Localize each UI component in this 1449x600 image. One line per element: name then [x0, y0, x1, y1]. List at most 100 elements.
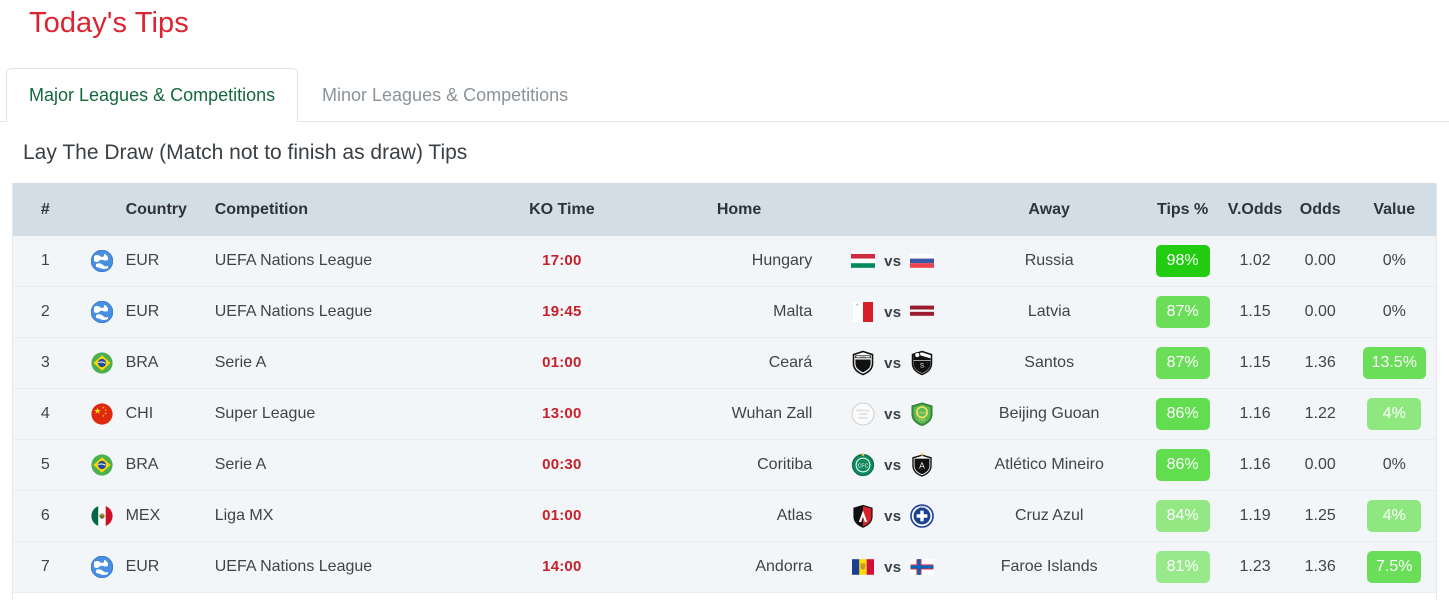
cell-home-team[interactable]: Ceará — [647, 337, 831, 389]
cell-away-team[interactable]: Latvia — [955, 286, 1143, 338]
cell-match-crests: OFFICIAL LOGO SOON vs GUOAN 1992 — [830, 388, 956, 440]
cell-competition[interactable]: UEFA Nations League — [202, 541, 476, 593]
cell-home-team[interactable]: Atlas — [647, 490, 831, 542]
tab-major-leagues[interactable]: Major Leagues & Competitions — [6, 68, 299, 122]
col-header-num[interactable]: # — [13, 183, 78, 236]
col-header-home[interactable]: Home — [647, 183, 831, 236]
cell-home-team[interactable]: Coritiba — [647, 439, 831, 491]
tips-percent-badge: 87% — [1155, 347, 1210, 379]
cell-tips-percent: 87% — [1143, 286, 1223, 338]
cell-row-number: 4 — [13, 388, 78, 440]
table-row[interactable]: 7 EUR UEFA Nations League 14:00 Andorra vs Far… — [13, 541, 1436, 593]
tab-minor-leagues-label: Minor Leagues & Competitions — [322, 84, 569, 105]
tips-percent-badge: 87% — [1155, 296, 1210, 328]
ko-time-value: 13:00 — [542, 405, 582, 422]
col-header-tips-pct[interactable]: Tips % — [1143, 183, 1223, 236]
ko-time-value: 01:00 — [542, 354, 582, 371]
col-header-odds[interactable]: Odds — [1287, 183, 1353, 236]
table-row[interactable]: 6 MEX Liga MX 01:00 Atlas vs CRUZ AZUL Cruz Azu… — [13, 490, 1436, 542]
tips-percent-badge: 98% — [1155, 245, 1210, 277]
tips-table: # Country Competition KO Time Home Away … — [13, 183, 1436, 593]
ko-time-value: 00:30 — [542, 456, 582, 473]
cell-competition[interactable]: Super League — [202, 388, 476, 440]
cell-ko-time: 01:00 — [475, 490, 648, 542]
svg-text:CFC: CFC — [858, 463, 869, 469]
cell-competition[interactable]: Serie A — [202, 439, 476, 491]
cell-country-code: EUR — [125, 541, 203, 593]
ko-time-value: 19:45 — [542, 303, 582, 320]
faroe-islands-flag-icon — [909, 554, 935, 580]
globe-europe-icon — [77, 286, 126, 338]
china-flag-icon — [90, 403, 113, 425]
cell-tips-percent: 87% — [1143, 337, 1223, 389]
col-header-competition[interactable]: Competition — [202, 183, 476, 236]
table-row[interactable]: 4 CHI Super League 13:00 Wuhan Zall OFFICIAL L… — [13, 388, 1436, 440]
cell-away-team[interactable]: Cruz Azul — [955, 490, 1143, 542]
col-header-crests — [830, 183, 956, 236]
table-row[interactable]: 3 BRA Serie A 01:00 Ceará CSC vs S Santos 87% 1.15… — [13, 337, 1436, 389]
cell-home-team[interactable]: Wuhan Zall — [647, 388, 831, 440]
brazil-flag-icon — [77, 439, 126, 491]
col-header-v-odds[interactable]: V.Odds — [1222, 183, 1288, 236]
col-header-flag — [77, 183, 126, 236]
malta-flag-icon — [850, 299, 876, 325]
cell-home-team[interactable]: Hungary — [647, 236, 831, 287]
vs-label: vs — [884, 303, 902, 321]
cell-tips-percent: 98% — [1143, 236, 1223, 287]
cell-ko-time: 13:00 — [475, 388, 648, 440]
col-header-ko-time[interactable]: KO Time — [475, 183, 648, 236]
table-row[interactable]: 2 EUR UEFA Nations League 19:45 Malta vs Latvi… — [13, 286, 1436, 338]
cell-competition[interactable]: UEFA Nations League — [202, 236, 476, 287]
tips-percent-badge: 86% — [1155, 449, 1210, 481]
cell-competition[interactable]: UEFA Nations League — [202, 286, 476, 338]
vs-label: vs — [884, 456, 902, 474]
cell-competition[interactable]: Serie A — [202, 337, 476, 389]
cell-away-team[interactable]: Beijing Guoan — [955, 388, 1143, 440]
league-tabs: Major Leagues & Competitions Minor Leagu… — [0, 68, 1449, 122]
andorra-flag-icon — [850, 554, 876, 580]
vs-label: vs — [884, 354, 902, 372]
cell-v-odds: 1.15 — [1222, 337, 1288, 389]
russia-flag-icon — [909, 248, 935, 274]
col-header-value[interactable]: Value — [1352, 183, 1436, 236]
cell-home-team[interactable]: Malta — [647, 286, 831, 338]
value-text: 0% — [1382, 303, 1406, 320]
cell-odds: 0.00 — [1287, 286, 1353, 338]
cell-away-team[interactable]: Atlético Mineiro — [955, 439, 1143, 491]
cell-value: 0% — [1352, 439, 1436, 491]
ko-time-value: 01:00 — [542, 507, 582, 524]
cell-match-crests: CFC vs A — [830, 439, 956, 491]
cell-away-team[interactable]: Faroe Islands — [955, 541, 1143, 593]
cell-country-code: CHI — [125, 388, 203, 440]
cell-match-crests: CSC vs S — [830, 337, 956, 389]
brazil-flag-icon — [90, 454, 113, 476]
cell-value: 0% — [1352, 286, 1436, 338]
cell-tips-percent: 84% — [1143, 490, 1223, 542]
cell-v-odds: 1.16 — [1222, 439, 1288, 491]
cell-row-number: 7 — [13, 541, 78, 593]
cell-country-code: BRA — [125, 337, 203, 389]
cell-v-odds: 1.15 — [1222, 286, 1288, 338]
col-header-away[interactable]: Away — [955, 183, 1143, 236]
cell-odds: 1.25 — [1287, 490, 1353, 542]
table-row[interactable]: 5 BRA Serie A 00:30 Coritiba CFC vs A Atlético M… — [13, 439, 1436, 491]
vs-label: vs — [884, 558, 902, 576]
vs-label: vs — [884, 507, 902, 525]
globe-europe-icon — [77, 236, 126, 287]
tab-minor-leagues[interactable]: Minor Leagues & Competitions — [299, 68, 591, 122]
cell-v-odds: 1.02 — [1222, 236, 1288, 287]
cell-row-number: 2 — [13, 286, 78, 338]
cell-away-team[interactable]: Santos — [955, 337, 1143, 389]
cell-competition[interactable]: Liga MX — [202, 490, 476, 542]
globe-europe-icon — [90, 300, 113, 324]
cell-away-team[interactable]: Russia — [955, 236, 1143, 287]
value-text: 0% — [1382, 252, 1406, 269]
cell-v-odds: 1.16 — [1222, 388, 1288, 440]
coritiba-crest-icon: CFC — [850, 452, 876, 478]
svg-text:1992: 1992 — [919, 418, 926, 422]
cell-home-team[interactable]: Andorra — [647, 541, 831, 593]
col-header-country[interactable]: Country — [125, 183, 203, 236]
cell-country-code: MEX — [125, 490, 203, 542]
cruz-azul-crest-icon: CRUZ AZUL — [909, 503, 935, 529]
table-row[interactable]: 1 EUR UEFA Nations League 17:00 Hungary vs Rus… — [13, 236, 1436, 287]
